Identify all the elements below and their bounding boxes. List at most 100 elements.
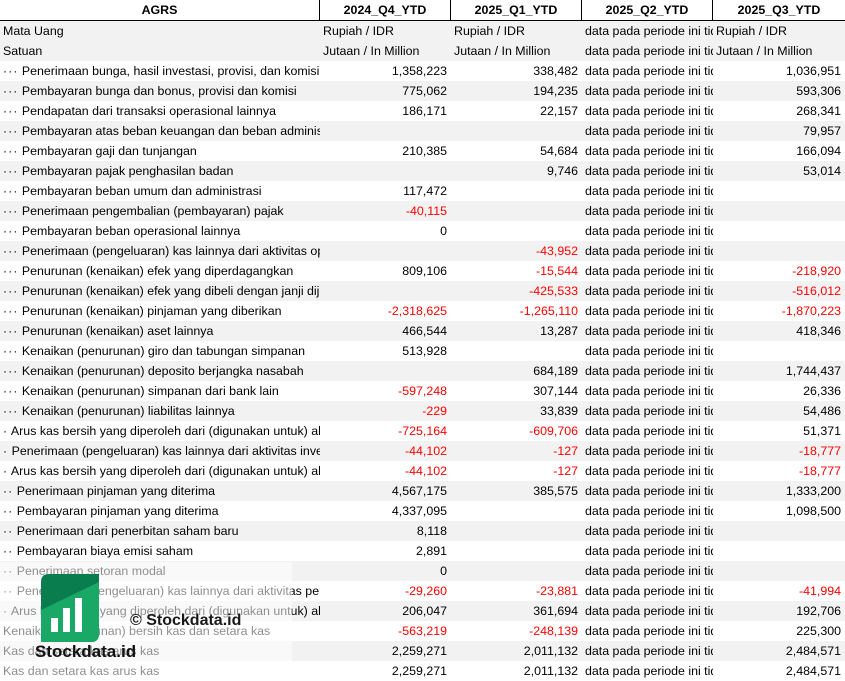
table-row: ··· Kenaikan (penurunan) giro dan tabung… (0, 341, 845, 361)
value-cell: 26,336 (803, 384, 841, 398)
table-row: ··· Pembayaran beban umum dan administra… (0, 181, 845, 201)
indent-dots: ··· (3, 224, 19, 238)
header-row: AGRS 2024_Q4_YTD 2025_Q1_YTD 2025_Q2_YTD 202… (0, 0, 845, 21)
value-cell: data pada periode ini tidak tersedia (585, 424, 713, 438)
value-cell: 1,036,951 (785, 64, 841, 78)
value-cell (713, 521, 845, 541)
table-row: ··· Penurunan (kenaikan) aset lainnya 466… (0, 321, 845, 341)
value-cell: 53,014 (803, 164, 841, 178)
row-label: Kenaikan (penurunan) giro dan tabungan s… (21, 344, 305, 358)
table-row: ··· Kenaikan (penurunan) simpanan dari b… (0, 381, 845, 401)
table-row: · Arus kas bersih yang diperoleh dari (d… (0, 461, 845, 481)
row-label-cell: ·· Penerimaan pinjaman yang diterima (0, 481, 320, 501)
indent-dots: ··· (3, 244, 19, 258)
row-label: Pendapatan dari transaksi operasional la… (21, 104, 277, 118)
value-cell: 166,094 (796, 144, 841, 158)
row-label-cell: ··· Pembayaran pajak penghasilan badan (0, 161, 320, 181)
row-label: Penerimaan pengembalian (pembayaran) paj… (21, 204, 284, 218)
value-cell: 1,098,500 (785, 504, 841, 518)
value-cell: 194,235 (533, 84, 578, 98)
value-cell: 1,333,200 (785, 484, 841, 498)
value-cell (451, 561, 582, 581)
value-cell: -18,777 (798, 464, 841, 478)
row-label: Penurunan (kenaikan) efek yang dibeli de… (21, 284, 320, 298)
value-cell (451, 501, 582, 521)
value-cell: 54,486 (803, 404, 841, 418)
row-label: Arus kas bersih yang diperoleh dari (dig… (10, 424, 320, 438)
value-cell: 117,472 (403, 184, 447, 198)
value-cell (320, 281, 451, 301)
table-row: Kas dan setara kas arus kas 2,259,271 2,01… (0, 661, 845, 681)
value-cell: data pada periode ini tidak tersedia (585, 664, 713, 678)
indent-dots: ··· (3, 384, 19, 398)
value-cell: 13,287 (540, 324, 578, 338)
value-cell: -15,544 (535, 264, 578, 278)
value-cell: -229 (422, 404, 447, 418)
value-cell: 466,544 (402, 324, 447, 338)
value-cell: 0 (440, 564, 447, 578)
value-cell: 684,189 (533, 364, 578, 378)
value-cell: -1,265,110 (519, 304, 578, 318)
row-label-cell: ·· Pembayaran biaya emisi saham (0, 541, 320, 561)
row-label-cell: ·· Penerimaan setoran modal (0, 561, 320, 581)
value-cell: -516,012 (792, 284, 841, 298)
value-cell: 0 (440, 224, 447, 238)
row-label: Pembayaran pajak penghasilan badan (21, 164, 234, 178)
table-row: ··· Penurunan (kenaikan) efek yang dibel… (0, 281, 845, 301)
value-cell (451, 541, 582, 561)
meta-cell: Rupiah / IDR (716, 24, 787, 38)
value-cell (451, 181, 582, 201)
meta-cell: data pada periode ini tidak tersedia (585, 44, 713, 58)
row-label: Penerimaan (pengeluaran) kas lainnya dar… (21, 244, 320, 258)
value-cell: 1,358,223 (391, 64, 447, 78)
row-label-cell: ··· Kenaikan (penurunan) liabilitas lain… (0, 401, 320, 421)
table-row: ··· Pembayaran beban operasional lainnya… (0, 221, 845, 241)
value-cell: -29,260 (404, 584, 447, 598)
table-row: ··· Pembayaran atas beban keuangan dan b… (0, 121, 845, 141)
value-cell (713, 561, 845, 581)
indent-dots: ·· (3, 564, 14, 578)
value-cell: data pada periode ini tidak tersedia (585, 84, 713, 98)
table-row: · Arus kas bersih yang diperoleh dari (d… (0, 601, 845, 621)
row-label: Penerimaan bunga, hasil investasi, provi… (21, 64, 320, 78)
table-row: ··· Pembayaran pajak penghasilan badan 9,… (0, 161, 845, 181)
value-cell: data pada periode ini tidak tersedia (585, 564, 713, 578)
value-cell: 8,118 (416, 524, 447, 538)
table-row: ·· Pembayaran biaya emisi saham 2,891 data… (0, 541, 845, 561)
row-label: Pembayaran beban operasional lainnya (21, 224, 241, 238)
table-row: ··· Penerimaan pengembalian (pembayaran)… (0, 201, 845, 221)
row-label-cell: · Arus kas bersih yang diperoleh dari (d… (0, 461, 320, 481)
value-cell: -44,102 (404, 464, 447, 478)
indent-dots: ··· (3, 64, 19, 78)
row-label-cell: ·· Penerimaan dari penerbitan saham baru (0, 521, 320, 541)
value-cell (451, 521, 582, 541)
row-label: Pembayaran atas beban keuangan dan beban… (21, 124, 320, 138)
table-row: ·· Penerimaan dari penerbitan saham baru… (0, 521, 845, 541)
value-cell: 2,484,571 (785, 644, 841, 658)
data-table: AGRS 2024_Q4_YTD 2025_Q1_YTD 2025_Q2_YTD 202… (0, 0, 845, 681)
row-label-cell: ··· Pembayaran beban umum dan administra… (0, 181, 320, 201)
value-cell: 4,337,095 (391, 504, 447, 518)
value-cell: 2,011,132 (523, 644, 578, 658)
row-label: Arus kas bersih yang diperoleh dari (dig… (10, 464, 320, 478)
indent-dots: ··· (3, 264, 19, 278)
header-cell: 2025_Q3_YTD (713, 0, 845, 21)
row-label: Pembayaran biaya emisi saham (16, 544, 194, 558)
value-cell: data pada periode ini tidak tersedia (585, 124, 713, 138)
meta-cell: Rupiah / IDR (454, 24, 525, 38)
value-cell: 4,567,175 (391, 484, 447, 498)
value-cell: -1,870,223 (781, 304, 841, 318)
value-cell: 361,694 (533, 604, 578, 618)
header-cell: 2024_Q4_YTD (320, 0, 451, 21)
value-cell (713, 341, 845, 361)
indent-dots: ··· (3, 104, 19, 118)
value-cell: data pada periode ini tidak tersedia (585, 244, 713, 258)
value-cell: 206,047 (402, 604, 447, 618)
row-label: Kenaikan (penurunan) simpanan dari bank … (21, 384, 279, 398)
value-cell: data pada periode ini tidak tersedia (585, 624, 713, 638)
value-cell: 268,341 (796, 104, 841, 118)
row-label: Kenaikan (penurunan) liabilitas lainnya (21, 404, 235, 418)
table-row: ··· Penurunan (kenaikan) efek yang diper… (0, 261, 845, 281)
table-row: ·· Penerimaan (pengeluaran) kas lainnya … (0, 581, 845, 601)
value-cell: -127 (553, 464, 578, 478)
